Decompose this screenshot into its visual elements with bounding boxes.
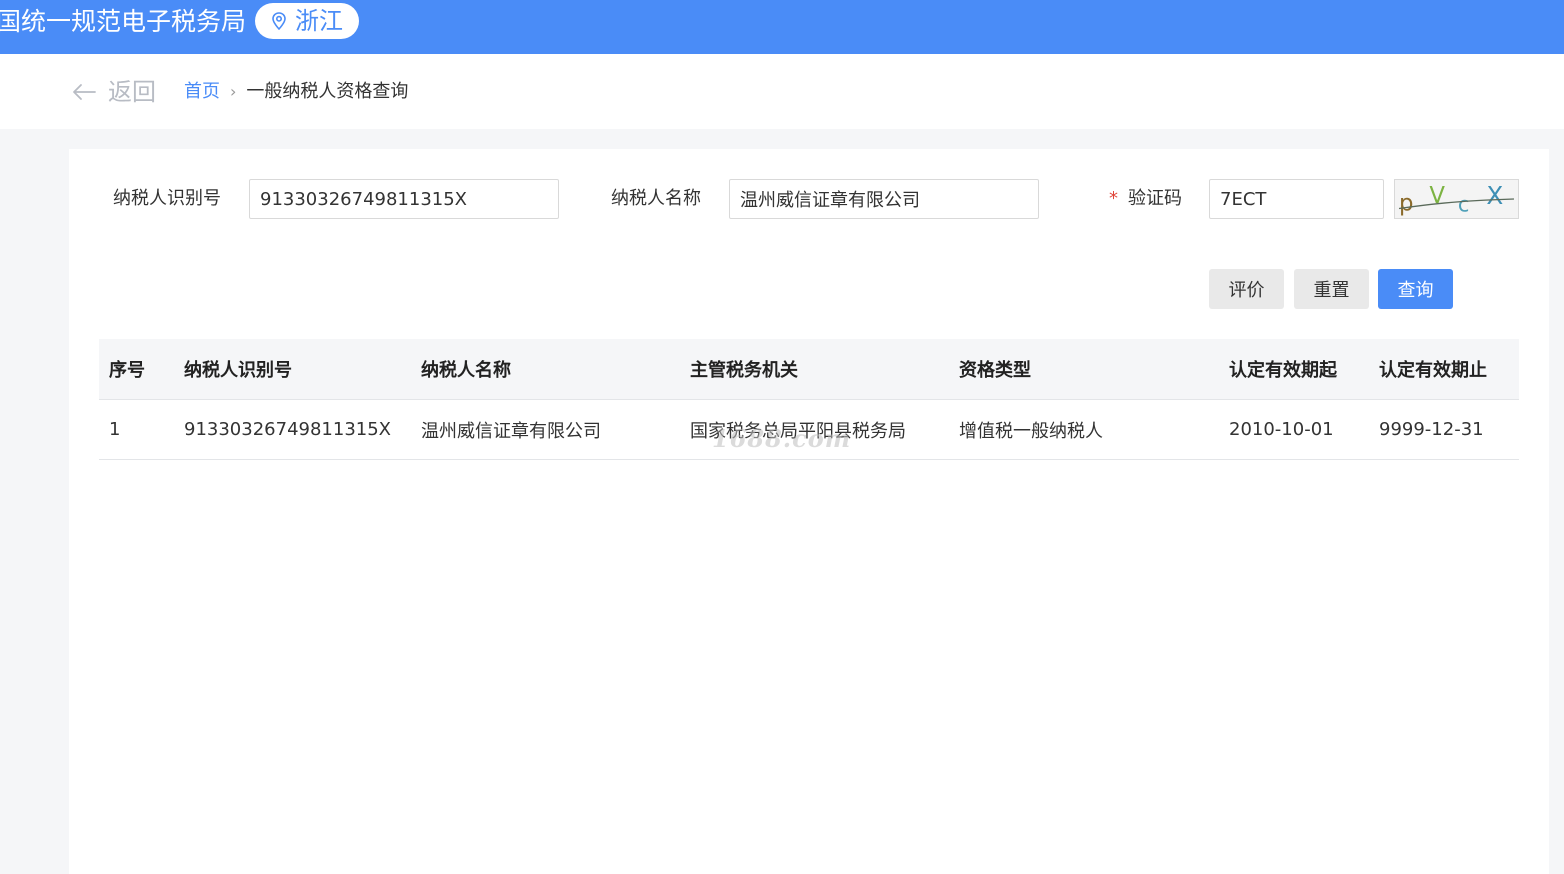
- table-cell: 91330326749811315X: [184, 419, 392, 440]
- back-label: 返回: [108, 78, 156, 106]
- column-header: 序号: [109, 360, 145, 381]
- breadcrumb-current: 一般纳税人资格查询: [246, 81, 409, 102]
- svg-text:c: c: [1458, 192, 1470, 216]
- evaluate-button[interactable]: 评价: [1209, 269, 1284, 309]
- svg-text:p: p: [1399, 190, 1413, 216]
- reset-button[interactable]: 重置: [1294, 269, 1369, 309]
- column-header: 资格类型: [959, 360, 1031, 381]
- table-cell: 2010-10-01: [1229, 419, 1334, 440]
- breadcrumb-home-link[interactable]: 首页: [184, 80, 220, 104]
- top-bar: 国统一规范电子税务局 浙江: [0, 0, 1564, 54]
- column-header: 认定有效期止: [1379, 360, 1487, 381]
- table-cell: 温州威信证章有限公司: [421, 420, 601, 442]
- taxpayer-name-label: 纳税人名称: [611, 188, 701, 209]
- table-cell: 9999-12-31: [1379, 419, 1484, 440]
- arrow-left-icon: [73, 84, 96, 100]
- query-button[interactable]: 查询: [1378, 269, 1453, 309]
- location-pin-icon: [272, 12, 286, 30]
- site-title: 国统一规范电子税务局: [0, 7, 247, 36]
- result-table: 序号 纳税人识别号 纳税人名称 主管税务机关 资格类型 认定有效期起 认定有效期…: [99, 339, 1519, 460]
- province-label: 浙江: [295, 7, 343, 35]
- required-mark: *: [1109, 188, 1118, 209]
- column-header: 主管税务机关: [690, 360, 798, 381]
- table-cell: 增值税一般纳税人: [959, 420, 1103, 442]
- taxpayer-id-label: 纳税人识别号: [113, 188, 221, 209]
- table-cell: 1: [109, 419, 121, 440]
- captcha-label: 验证码: [1128, 188, 1182, 209]
- taxpayer-id-input[interactable]: [249, 179, 559, 219]
- column-header: 纳税人识别号: [184, 360, 292, 381]
- taxpayer-name-input[interactable]: [729, 179, 1039, 219]
- province-selector[interactable]: 浙江: [255, 3, 359, 39]
- table-row: 1 91330326749811315X 温州威信证章有限公司 国家税务总局平阳…: [99, 400, 1519, 460]
- query-panel: 纳税人识别号 纳税人名称 * 验证码 p V c X 评价 重置 查询 序号 纳税…: [69, 149, 1549, 874]
- breadcrumb-separator: ›: [230, 82, 237, 101]
- table-cell: 国家税务总局平阳县税务局: [690, 420, 906, 442]
- table-header: 序号 纳税人识别号 纳税人名称 主管税务机关 资格类型 认定有效期起 认定有效期…: [99, 339, 1519, 400]
- captcha-input[interactable]: [1209, 179, 1384, 219]
- column-header: 认定有效期起: [1229, 360, 1337, 381]
- nav-bar: 返回 首页 › 一般纳税人资格查询: [0, 54, 1564, 129]
- captcha-image[interactable]: p V c X: [1394, 179, 1519, 219]
- back-button[interactable]: 返回: [72, 78, 156, 106]
- svg-text:X: X: [1486, 181, 1503, 210]
- breadcrumb: 首页 › 一般纳税人资格查询: [184, 80, 408, 104]
- captcha-label-group: * 验证码: [1109, 187, 1182, 211]
- column-header: 纳税人名称: [421, 360, 511, 381]
